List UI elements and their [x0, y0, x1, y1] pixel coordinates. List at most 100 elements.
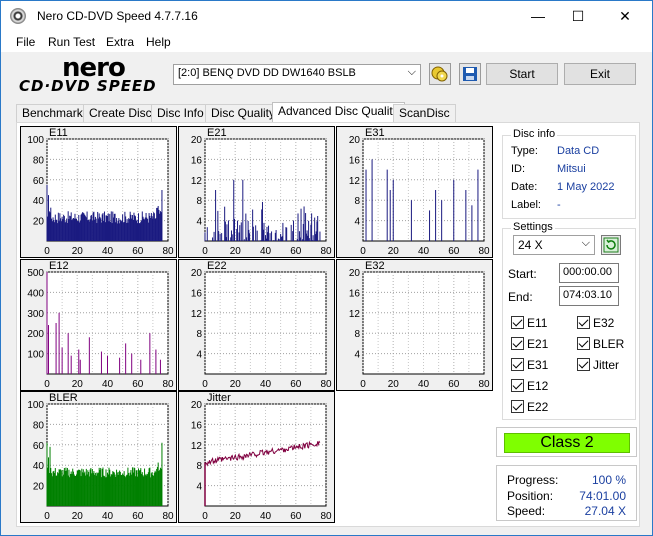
menu-bar: File Run Test Extra Help: [1, 32, 652, 52]
start-field[interactable]: 000:00.00: [559, 263, 619, 283]
disc-info-group: Disc info Type: Data CD ID: Mitsui Date:…: [502, 128, 636, 219]
checkbox-e32-box[interactable]: [577, 316, 590, 329]
checkbox-e22-label: E22: [527, 400, 549, 414]
label-value: -: [557, 199, 561, 211]
checkbox-e21[interactable]: E21: [511, 337, 548, 351]
checkbox-e21-box[interactable]: [511, 337, 524, 350]
checkbox-e31[interactable]: E31: [511, 358, 548, 372]
menu-extra[interactable]: Extra: [106, 35, 134, 49]
y-tick-label: 12: [349, 309, 361, 320]
checkbox-jitter-box[interactable]: [577, 358, 590, 371]
x-tick-label: 60: [290, 511, 302, 522]
chart-e11: 20 40 60 80 100 0 20 40 60 80 E11: [20, 126, 177, 258]
chart-title: BLER: [49, 392, 78, 404]
checkbox-e21-label: E21: [527, 337, 549, 351]
checkbox-e22-box[interactable]: [511, 400, 524, 413]
checkbox-e31-label: E31: [527, 358, 549, 372]
discs-icon: [431, 66, 448, 82]
refresh-icon: [603, 237, 619, 253]
checkbox-bler[interactable]: BLER: [577, 337, 624, 351]
y-tick-label: 4: [196, 482, 202, 493]
checkbox-e12-label: E12: [527, 379, 549, 393]
x-tick-label: 20: [230, 246, 242, 257]
y-tick-label: 16: [349, 288, 361, 299]
x-tick-label: 60: [448, 379, 460, 390]
tab-advanced-disc-quality[interactable]: Advanced Disc Quality: [272, 102, 405, 123]
chevron-down-icon: ⌵: [407, 66, 416, 78]
y-tick-label: 200: [27, 329, 44, 340]
checkbox-e12-box[interactable]: [511, 379, 524, 392]
y-tick-label: 20: [349, 268, 361, 279]
chart-title: Jitter: [207, 392, 231, 404]
y-tick-label: 20: [349, 135, 361, 146]
speed-select[interactable]: 24 X ⌵: [513, 235, 595, 255]
x-tick-label: 40: [418, 246, 430, 257]
y-tick-label: 20: [191, 400, 203, 411]
chart-e21: 4 8 12 16 20 0 20 40 60 80 E21: [178, 126, 335, 258]
x-tick-label: 80: [478, 246, 490, 257]
tab-disc-info[interactable]: Disc Info: [151, 104, 210, 123]
exit-button[interactable]: Exit: [564, 63, 636, 85]
menu-file[interactable]: File: [16, 35, 35, 49]
x-tick-label: 40: [102, 511, 114, 522]
chart-e32: 4 8 12 16 20 0 20 40 60 80 E32: [336, 259, 493, 391]
start-button[interactable]: Start: [486, 63, 558, 85]
logo-cdspeed-text: CD·DVD SPEED: [19, 77, 157, 95]
y-tick-label: 500: [27, 268, 44, 279]
disc-info-button[interactable]: [429, 63, 451, 85]
y-tick-label: 20: [33, 482, 45, 493]
y-tick-label: 8: [354, 329, 360, 340]
y-tick-label: 400: [27, 288, 44, 299]
tab-disc-quality[interactable]: Disc Quality: [205, 104, 282, 123]
chart-svg: 100 200 300 400 500 0 20 40 60 80 E12: [27, 260, 174, 390]
y-tick-label: 12: [349, 176, 361, 187]
chart-svg: 20 40 60 80 100 0 20 40 60 80 BLER: [27, 392, 174, 522]
tab-benchmark[interactable]: Benchmark: [16, 104, 89, 123]
y-tick-label: 40: [33, 196, 45, 207]
chart-e12: 100 200 300 400 500 0 20 40 60 80 E12: [20, 259, 177, 391]
checkbox-e12[interactable]: E12: [511, 379, 548, 393]
start-label: Start:: [508, 267, 537, 281]
menu-run-test[interactable]: Run Test: [48, 35, 95, 49]
checkbox-jitter[interactable]: Jitter: [577, 358, 619, 372]
close-button[interactable]: ✕: [602, 1, 648, 32]
class-result-panel: Class 2: [496, 427, 637, 457]
y-tick-label: 100: [27, 135, 44, 146]
refresh-button[interactable]: [601, 235, 621, 255]
x-tick-label: 40: [260, 246, 272, 257]
x-tick-label: 60: [290, 379, 302, 390]
x-tick-label: 0: [44, 511, 50, 522]
type-label: Type:: [511, 145, 538, 157]
x-tick-label: 20: [230, 379, 242, 390]
x-tick-label: 20: [388, 379, 400, 390]
drive-select[interactable]: [2:0] BENQ DVD DD DW1640 BSLB ⌵: [173, 64, 421, 85]
x-tick-label: 60: [132, 379, 144, 390]
menu-help[interactable]: Help: [146, 35, 171, 49]
checkbox-e11-label: E11: [527, 316, 548, 330]
checkbox-bler-box[interactable]: [577, 337, 590, 350]
x-tick-label: 0: [44, 379, 50, 390]
checkbox-e11[interactable]: E11: [511, 316, 547, 330]
checkbox-e11-box[interactable]: [511, 316, 524, 329]
tab-create-disc[interactable]: Create Disc: [83, 104, 158, 123]
title-bar[interactable]: Nero CD-DVD Speed 4.7.7.16 — ☐ ✕: [1, 1, 652, 32]
x-tick-label: 0: [202, 379, 208, 390]
tab-scandisc[interactable]: ScanDisc: [393, 104, 456, 123]
x-tick-label: 0: [202, 246, 208, 257]
save-button[interactable]: [459, 63, 481, 85]
y-tick-label: 20: [33, 217, 45, 228]
maximize-button[interactable]: ☐: [555, 1, 601, 32]
toolbar: nero CD·DVD SPEED [2:0] BENQ DVD DD DW16…: [1, 52, 652, 98]
speed-label: Speed:: [507, 504, 546, 518]
x-tick-label: 0: [202, 511, 208, 522]
position-value: 74:01.00: [579, 489, 626, 503]
y-tick-label: 4: [196, 350, 202, 361]
checkbox-e32[interactable]: E32: [577, 316, 614, 330]
checkbox-e22[interactable]: E22: [511, 400, 548, 414]
end-field[interactable]: 074:03.10: [559, 286, 619, 306]
y-tick-label: 80: [33, 155, 45, 166]
x-tick-label: 40: [102, 246, 114, 257]
x-tick-label: 0: [360, 246, 366, 257]
chart-e31: 4 8 12 16 20 0 20 40 60 80 E31: [336, 126, 493, 258]
checkbox-e31-box[interactable]: [511, 358, 524, 371]
